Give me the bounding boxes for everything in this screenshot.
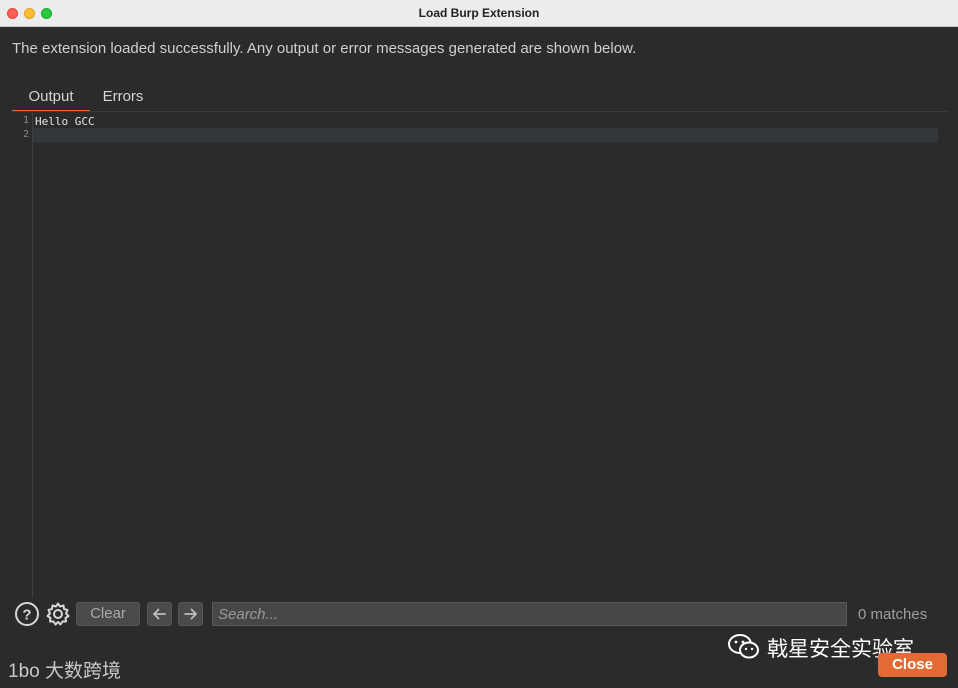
line-gutter: 1 2 <box>13 113 33 598</box>
match-count: 0 matches <box>858 606 928 623</box>
line-number: 1 <box>22 115 29 126</box>
status-message: The extension loaded successfully. Any o… <box>12 40 637 57</box>
logo-prefix: 1bo <box>8 661 40 682</box>
next-match-button[interactable] <box>178 602 203 626</box>
logo-watermark: 1bo 大数跨境 <box>8 656 121 683</box>
clear-button[interactable]: Clear <box>76 602 140 626</box>
tab-output[interactable]: Output <box>12 88 90 112</box>
arrow-right-icon <box>184 608 197 620</box>
close-button[interactable]: Close <box>878 653 947 677</box>
help-icon[interactable]: ? <box>14 601 40 627</box>
wechat-watermark: 戟星安全实验室 <box>727 633 914 667</box>
tab-errors[interactable]: Errors <box>98 88 148 112</box>
arrow-left-icon <box>153 608 166 620</box>
current-line-highlight <box>33 128 938 142</box>
line-number: 2 <box>22 129 29 140</box>
window-title: Load Burp Extension <box>418 6 540 20</box>
wechat-icon <box>728 634 759 659</box>
svg-text:?: ? <box>22 607 31 624</box>
gear-icon[interactable] <box>45 601 71 627</box>
search-input[interactable] <box>212 602 847 626</box>
tab-divider <box>12 111 947 112</box>
logo-text: 大数跨境 <box>44 661 121 682</box>
output-line: Hello GCC <box>35 115 95 128</box>
prev-match-button[interactable] <box>147 602 172 626</box>
window-titlebar: Load Burp Extension <box>0 0 958 27</box>
output-editor[interactable]: 1 2 Hello GCC <box>13 113 947 598</box>
